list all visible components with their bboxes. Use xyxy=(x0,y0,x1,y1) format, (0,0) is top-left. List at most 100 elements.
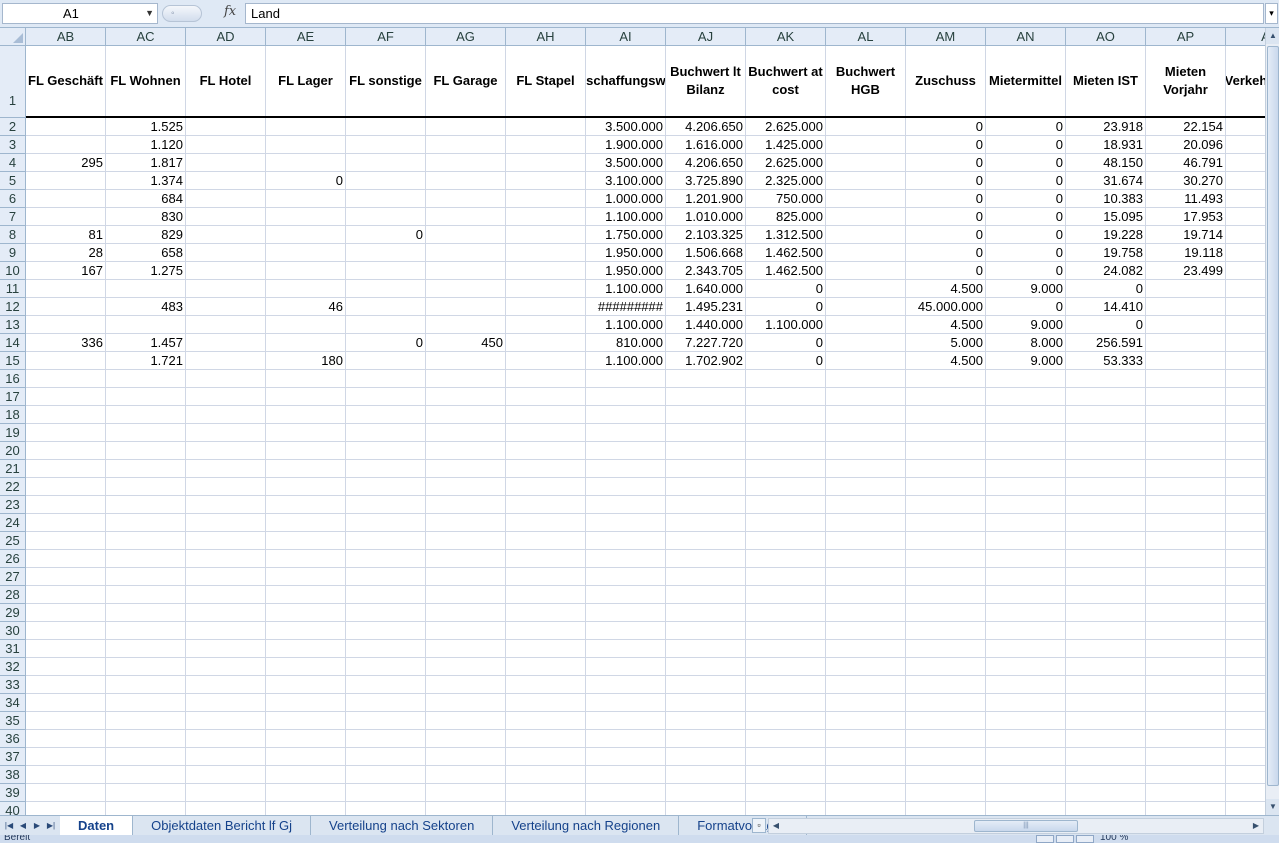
cell[interactable]: 3.500.000 xyxy=(586,118,666,136)
cell[interactable]: 9.000 xyxy=(986,280,1066,298)
cell[interactable] xyxy=(826,424,906,442)
cell[interactable]: 1.425.000 xyxy=(746,136,826,154)
cell[interactable] xyxy=(186,370,266,388)
cell[interactable] xyxy=(426,136,506,154)
cell[interactable] xyxy=(26,424,106,442)
cell[interactable] xyxy=(586,388,666,406)
cell[interactable] xyxy=(346,532,426,550)
cell[interactable] xyxy=(826,568,906,586)
cell[interactable] xyxy=(186,712,266,730)
cell[interactable] xyxy=(906,658,986,676)
cell[interactable] xyxy=(346,766,426,784)
cell[interactable] xyxy=(426,262,506,280)
column-header[interactable]: AP xyxy=(1146,28,1226,46)
cell[interactable] xyxy=(906,514,986,532)
cell[interactable] xyxy=(506,460,586,478)
cell[interactable] xyxy=(1226,604,1265,622)
cell[interactable] xyxy=(666,532,746,550)
cell[interactable] xyxy=(346,712,426,730)
cell[interactable] xyxy=(906,604,986,622)
cell[interactable] xyxy=(1226,622,1265,640)
cell[interactable] xyxy=(826,406,906,424)
cell[interactable]: 1.20 xyxy=(1226,190,1265,208)
cell[interactable] xyxy=(1226,550,1265,568)
cell[interactable] xyxy=(106,316,186,334)
cell[interactable] xyxy=(186,460,266,478)
row-header[interactable]: 8 xyxy=(0,226,26,244)
row-header[interactable]: 12 xyxy=(0,298,26,316)
scroll-right-icon[interactable]: ▶ xyxy=(1249,819,1263,833)
cell[interactable] xyxy=(346,154,426,172)
cell[interactable]: 0 xyxy=(986,226,1066,244)
cell[interactable]: 0 xyxy=(906,136,986,154)
cell[interactable]: 1.50 xyxy=(1226,244,1265,262)
cell[interactable] xyxy=(1066,712,1146,730)
row-header[interactable]: 13 xyxy=(0,316,26,334)
cell[interactable] xyxy=(1146,370,1226,388)
header-cell[interactable]: FL sonstige xyxy=(346,46,426,116)
vertical-scroll-thumb[interactable] xyxy=(1267,46,1279,786)
cell[interactable] xyxy=(1066,550,1146,568)
cell[interactable] xyxy=(106,550,186,568)
scroll-up-icon[interactable]: ▲ xyxy=(1266,28,1279,44)
cell[interactable] xyxy=(826,658,906,676)
cell[interactable] xyxy=(186,694,266,712)
cell[interactable]: 1.950.000 xyxy=(586,244,666,262)
cell[interactable] xyxy=(1146,730,1226,748)
cell[interactable] xyxy=(506,424,586,442)
cell[interactable] xyxy=(506,532,586,550)
column-header[interactable]: AB xyxy=(26,28,106,46)
cell[interactable] xyxy=(1146,748,1226,766)
cell[interactable] xyxy=(426,316,506,334)
cell[interactable] xyxy=(186,280,266,298)
cell[interactable] xyxy=(1226,658,1265,676)
cell[interactable] xyxy=(986,766,1066,784)
column-header[interactable]: AC xyxy=(106,28,186,46)
cell[interactable] xyxy=(26,442,106,460)
cell[interactable]: 3.72 xyxy=(1226,172,1265,190)
cell[interactable] xyxy=(106,388,186,406)
cell[interactable]: 0 xyxy=(746,352,826,370)
cell[interactable] xyxy=(826,370,906,388)
cell[interactable] xyxy=(506,262,586,280)
cell[interactable] xyxy=(506,496,586,514)
cell[interactable] xyxy=(186,406,266,424)
cell[interactable] xyxy=(586,622,666,640)
cell[interactable] xyxy=(746,532,826,550)
cell[interactable]: 256.591 xyxy=(1066,334,1146,352)
cell[interactable] xyxy=(26,514,106,532)
cell[interactable] xyxy=(586,766,666,784)
cell[interactable] xyxy=(266,514,346,532)
cell[interactable] xyxy=(186,766,266,784)
row-header[interactable]: 9 xyxy=(0,244,26,262)
row-header[interactable]: 7 xyxy=(0,208,26,226)
row-header[interactable]: 10 xyxy=(0,262,26,280)
cell[interactable] xyxy=(346,802,426,815)
cell[interactable] xyxy=(986,784,1066,802)
cell[interactable] xyxy=(346,262,426,280)
cell[interactable]: 0 xyxy=(346,226,426,244)
cell[interactable] xyxy=(186,298,266,316)
row-header[interactable]: 40 xyxy=(0,802,26,815)
cell[interactable] xyxy=(666,604,746,622)
insert-sheet-icon[interactable]: ▫ xyxy=(752,818,766,833)
cell[interactable] xyxy=(26,280,106,298)
column-header[interactable]: AG xyxy=(426,28,506,46)
row-header[interactable]: 28 xyxy=(0,586,26,604)
cell[interactable] xyxy=(1066,478,1146,496)
cell[interactable] xyxy=(506,712,586,730)
cell[interactable] xyxy=(1066,766,1146,784)
cell[interactable] xyxy=(186,388,266,406)
cell[interactable] xyxy=(506,514,586,532)
cell[interactable] xyxy=(506,568,586,586)
cell[interactable]: 17.953 xyxy=(1146,208,1226,226)
cell[interactable] xyxy=(986,496,1066,514)
cell[interactable] xyxy=(746,766,826,784)
cell[interactable] xyxy=(826,694,906,712)
cell[interactable]: 4.500 xyxy=(906,352,986,370)
cell[interactable] xyxy=(1146,388,1226,406)
cell[interactable] xyxy=(26,370,106,388)
cell[interactable]: 830 xyxy=(106,208,186,226)
cell[interactable] xyxy=(906,784,986,802)
header-cell[interactable]: Mietermittel xyxy=(986,46,1066,116)
